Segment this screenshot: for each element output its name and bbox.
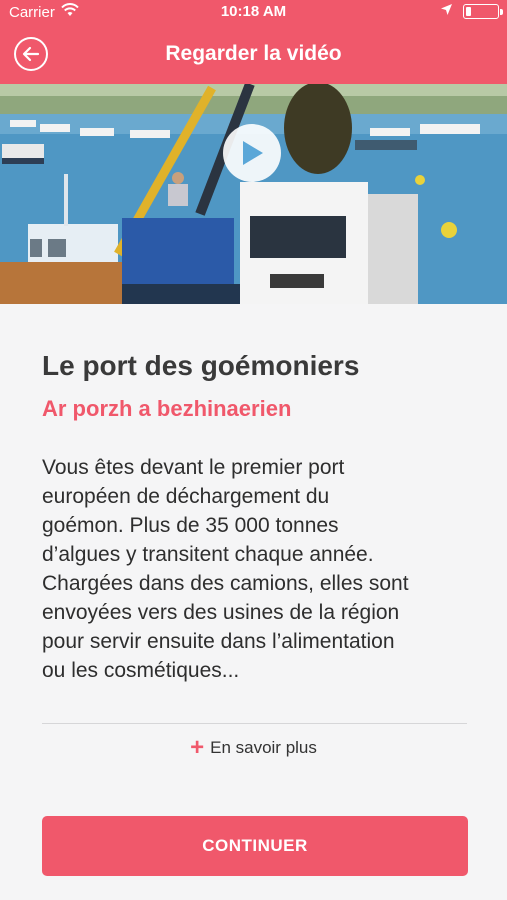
nav-bar: Regarder la vidéo — [0, 24, 507, 84]
video-thumbnail — [0, 84, 507, 304]
play-icon — [243, 141, 263, 165]
location-arrow-icon — [440, 3, 453, 20]
play-button[interactable] — [223, 124, 281, 182]
page-title: Regarder la vidéo — [165, 42, 342, 65]
place-description: Vous êtes devant le premier port europée… — [42, 456, 409, 682]
battery-icon — [463, 4, 503, 19]
content-panel: Le port des goémoniers Ar porzh a bezhin… — [0, 304, 507, 900]
place-title: Le port des goémoniers — [42, 350, 360, 381]
status-bar: Carrier 10:18 AM — [0, 0, 507, 24]
video-player[interactable] — [0, 84, 507, 304]
place-subtitle-breton: Ar porzh a bezhinaerien — [42, 396, 292, 421]
status-right — [440, 3, 503, 20]
plus-icon: + — [190, 734, 205, 761]
continue-button[interactable]: CONTINUER — [42, 816, 468, 876]
more-info-label: En savoir plus — [210, 738, 317, 757]
divider — [42, 723, 467, 724]
more-info-link[interactable]: + En savoir plus — [0, 734, 507, 761]
status-time: 10:18 AM — [220, 3, 287, 20]
